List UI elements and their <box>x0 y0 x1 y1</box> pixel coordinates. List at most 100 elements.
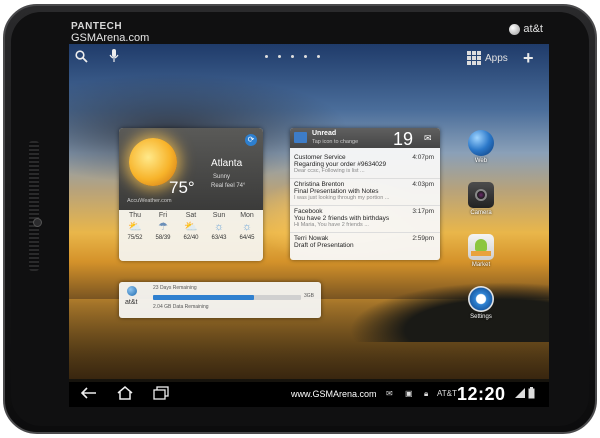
globe-icon <box>468 130 494 156</box>
forecast-day: Sat ⛅ 62/40 <box>177 212 205 241</box>
carrier-globe-icon <box>509 23 521 35</box>
email-preview: Dear ccsc, Following is list ... <box>294 168 365 174</box>
data-usage-bar <box>153 295 301 300</box>
email-list-item[interactable]: Christina Brenton Final Presentation wit… <box>290 179 440 206</box>
partly-cloudy-icon: ⛅ <box>184 221 198 233</box>
shortcut-label: Settings <box>470 314 492 320</box>
microphone-icon[interactable] <box>109 49 119 66</box>
refresh-icon[interactable]: ⟳ <box>245 134 257 146</box>
current-temperature: 75° <box>169 178 195 197</box>
partly-cloudy-icon: ⛅ <box>128 221 142 233</box>
email-time: 4:07pm <box>412 154 434 161</box>
forecast-day: Fri ☂ 58/39 <box>149 212 177 241</box>
apps-button[interactable]: Apps <box>467 51 508 65</box>
weather-forecast: Thu ⛅ 75/52 Fri ☂ 58/39 Sat ⛅ 62/40 Sun … <box>121 212 261 241</box>
email-notification-icon[interactable]: ✉ <box>386 389 393 398</box>
lock-icon[interactable]: 🔒︎ <box>424 389 428 399</box>
email-header: Unread Tap icon to change 19 ✉ <box>290 128 440 149</box>
camera-icon <box>468 182 494 208</box>
email-list-item[interactable]: Facebook You have 2 friends with birthda… <box>290 206 440 233</box>
front-camera-icon <box>33 218 42 227</box>
settings-icon <box>468 286 494 312</box>
sd-card-icon[interactable]: ▣ <box>405 389 413 398</box>
forecast-day-name: Sun <box>212 212 226 219</box>
email-app-icon[interactable] <box>294 132 307 143</box>
clock[interactable]: 12:20 <box>457 384 506 405</box>
att-globe-icon <box>127 286 137 296</box>
weather-widget[interactable]: 75° Atlanta Sunny Real feel 74° AccuWeat… <box>119 128 263 261</box>
email-time: 3:17pm <box>412 208 434 215</box>
weather-source: AccuWeather.com <box>127 198 172 204</box>
email-list: Customer Service Regarding your order #9… <box>290 152 440 260</box>
rain-icon: ☂ <box>158 221 168 233</box>
weather-city: Atlanta <box>211 158 243 169</box>
speaker-grille <box>29 141 39 271</box>
weather-condition: Sunny <box>213 174 231 180</box>
forecast-day: Thu ⛅ 75/52 <box>121 212 149 241</box>
shortcut-label: Web <box>474 158 488 164</box>
carrier-logo: at&t <box>509 23 543 35</box>
unread-count: 19 <box>393 129 414 149</box>
forecast-temps: 64/45 <box>239 235 255 241</box>
sun-icon: ☼ <box>241 221 253 233</box>
shortcut-settings[interactable]: Settings <box>466 286 496 320</box>
sun-icon: ☼ <box>213 221 225 233</box>
apps-grid-icon <box>467 51 481 65</box>
email-subject: You have 2 friends with birthdays <box>294 215 390 222</box>
data-usage-fill <box>153 295 254 300</box>
forecast-day-name: Fri <box>158 212 168 219</box>
days-remaining: 23 Days Remaining <box>153 285 197 291</box>
plus-icon[interactable]: + <box>523 48 534 69</box>
forecast-temps: 75/52 <box>127 235 143 241</box>
att-data-widget[interactable]: at&t 23 Days Remaining 3GB 2.04 GB Data … <box>119 282 321 318</box>
email-list-item[interactable]: Customer Service Regarding your order #9… <box>290 152 440 179</box>
email-time: 2:59pm <box>412 235 434 242</box>
top-bar: Apps + <box>69 44 549 74</box>
watermark: GSMArena.com <box>71 32 150 44</box>
search-icon[interactable] <box>75 50 88 66</box>
battery-icon <box>528 387 535 401</box>
brand-logo: PANTECH <box>71 21 123 32</box>
att-logo-text: at&t <box>125 299 138 306</box>
email-header-title: Unread <box>312 130 337 137</box>
email-time: 4:03pm <box>412 181 434 188</box>
forecast-day-name: Sat <box>185 212 197 219</box>
shortcut-label: Market <box>471 262 491 268</box>
email-list-item[interactable]: Terri Nowak Draft of Presentation 2:59pm <box>290 233 440 260</box>
market-icon <box>468 234 494 260</box>
data-remaining: 2.04 GB Data Remaining <box>153 304 209 310</box>
email-subject: Regarding your order #9634029 <box>294 161 387 168</box>
signal-icon <box>515 388 525 400</box>
email-subject: Draft of Presentation <box>294 242 354 249</box>
forecast-day-name: Thu <box>128 212 142 219</box>
recent-apps-icon[interactable] <box>153 386 169 403</box>
shortcut-web[interactable]: Web <box>466 130 496 164</box>
home-icon[interactable] <box>117 386 133 403</box>
email-widget[interactable]: Unread Tap icon to change 19 ✉ Customer … <box>290 128 440 260</box>
apps-label: Apps <box>485 52 508 64</box>
forecast-day-name: Mon <box>240 212 254 219</box>
shortcut-market[interactable]: Market <box>466 234 496 268</box>
home-screen: Apps + 75° Atlanta Sunny Real feel 74° A… <box>69 44 549 407</box>
forecast-day: Mon ☼ 64/45 <box>233 212 261 241</box>
forecast-temps: 62/40 <box>183 235 199 241</box>
forecast-temps: 63/43 <box>211 235 227 241</box>
plan-size: 3GB <box>304 293 315 299</box>
carrier-logo-text: at&t <box>523 23 543 35</box>
shortcut-camera[interactable]: Camera <box>466 182 496 216</box>
email-subject: Final Presentation with Notes <box>294 188 379 195</box>
forecast-day: Sun ☼ 63/43 <box>205 212 233 241</box>
tablet-frame: PANTECH GSMArena.com at&t Apps + 75° Atl… <box>3 4 597 434</box>
shortcut-label: Camera <box>470 210 492 216</box>
weather-real-feel: Real feel 74° <box>211 183 246 189</box>
envelope-icon[interactable]: ✉ <box>424 133 432 144</box>
email-header-sub: Tap icon to change <box>312 139 359 145</box>
page-indicator <box>265 55 320 58</box>
watermark-url: www.GSMArena.com <box>291 389 377 399</box>
email-preview: I was just looking through my portion ..… <box>294 195 390 201</box>
wallpaper-hills <box>349 282 549 342</box>
carrier-label: AT&T <box>437 389 457 398</box>
back-icon[interactable] <box>80 386 97 403</box>
forecast-temps: 58/39 <box>155 235 171 241</box>
weather-header: 75° Atlanta Sunny Real feel 74° AccuWeat… <box>119 128 263 210</box>
